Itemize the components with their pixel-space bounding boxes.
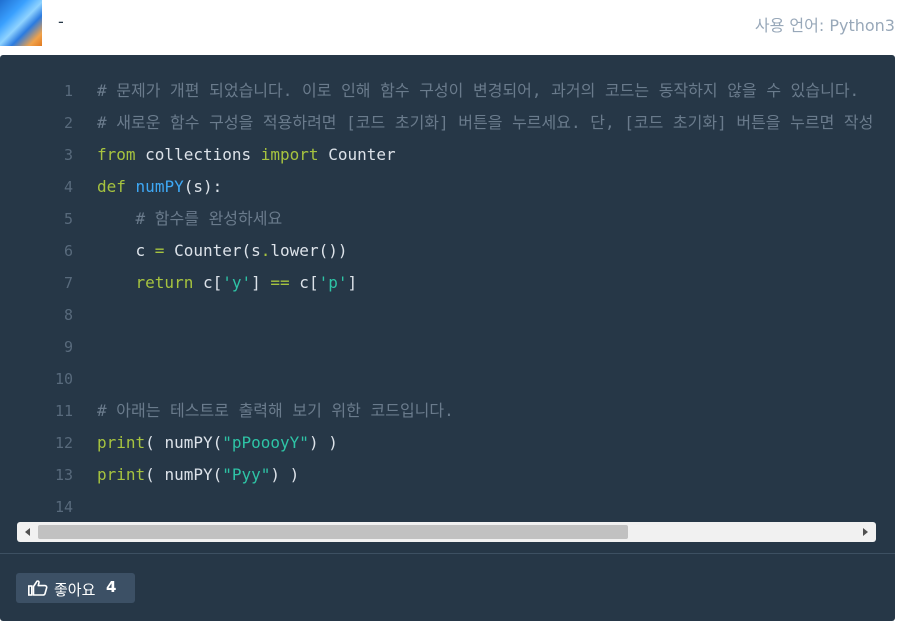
code-token-string: 'y' bbox=[222, 273, 252, 292]
line-source: print( numPY("pPoooyY") ) bbox=[97, 427, 338, 459]
code-token-plain: collections bbox=[135, 145, 261, 164]
code-token-function: numPY bbox=[135, 177, 184, 196]
code-token-op: . bbox=[260, 241, 271, 260]
code-token-keyword: import bbox=[260, 145, 319, 164]
code-token-plain: Counter bbox=[318, 145, 396, 164]
line-source: # 함수를 완성하세요 bbox=[97, 203, 283, 235]
line-number: 2 bbox=[63, 114, 73, 132]
code-line[interactable]: 14 bbox=[0, 491, 880, 517]
code-token-op: == bbox=[270, 273, 290, 292]
code-token-plain: c[ bbox=[193, 273, 223, 292]
line-number: 1 bbox=[63, 82, 73, 100]
user-name: - bbox=[58, 12, 64, 31]
code-token-comment: # 함수를 완성하세요 bbox=[135, 209, 283, 228]
line-number: 12 bbox=[54, 434, 73, 452]
line-source: c = Counter(s.lower()) bbox=[97, 235, 348, 267]
line-number: 3 bbox=[63, 146, 73, 164]
line-number: 4 bbox=[63, 178, 73, 196]
code-line[interactable]: 7 return c['y'] == c['p'] bbox=[0, 267, 880, 299]
code-panel: 1 # 문제가 개편 되었습니다. 이로 인해 함수 구성이 변경되어, 과거의 … bbox=[0, 55, 895, 621]
code-token-plain: ) ) bbox=[270, 465, 300, 484]
code-token-string: 'p' bbox=[318, 273, 348, 292]
code-token-string: "pPoooyY" bbox=[222, 433, 309, 452]
line-source: # 새로운 함수 구성을 적용하려면 [코드 초기화] 버튼을 누르세요. 단,… bbox=[97, 107, 880, 139]
code-line[interactable]: 12 print( numPY("pPoooyY") ) bbox=[0, 427, 880, 459]
code-line[interactable]: 8 bbox=[0, 299, 880, 331]
line-number: 5 bbox=[63, 210, 73, 228]
code-line[interactable]: 9 bbox=[0, 331, 880, 363]
code-token-keyword: print bbox=[97, 433, 146, 452]
line-source: print( numPY("Pyy") ) bbox=[97, 459, 299, 491]
language-label: 사용 언어: Python3 bbox=[754, 16, 895, 35]
code-token-comment: # 문제가 개편 되었습니다. 이로 인해 함수 구성이 변경되어, 과거의 코… bbox=[97, 81, 860, 100]
line-number: 6 bbox=[63, 242, 73, 260]
like-label: 좋아요 bbox=[54, 581, 96, 599]
code-line[interactable]: 13 print( numPY("Pyy") ) bbox=[0, 459, 880, 491]
code-line[interactable]: 4 def numPY(s): bbox=[0, 171, 880, 203]
code-token-plain: (s): bbox=[183, 177, 223, 196]
divider bbox=[0, 553, 895, 554]
code-token-plain: ) ) bbox=[308, 433, 338, 452]
code-token-op: = bbox=[154, 241, 165, 260]
code-token-plain: Counter(s bbox=[164, 241, 261, 260]
code-token-plain: c[ bbox=[289, 273, 319, 292]
line-source: # 아래는 테스트로 출력해 보기 위한 코드입니다. bbox=[97, 395, 454, 427]
code-token-plain: ( numPY( bbox=[145, 433, 223, 452]
code-token-comment: # 아래는 테스트로 출력해 보기 위한 코드입니다. bbox=[97, 401, 454, 420]
code-token-plain: c bbox=[97, 241, 155, 260]
line-number: 14 bbox=[54, 498, 73, 516]
scrollbar-thumb[interactable] bbox=[38, 525, 628, 539]
like-button[interactable]: 좋아요 4 bbox=[16, 573, 135, 603]
code-token-keyword: def bbox=[97, 177, 126, 196]
code-token-comment: # 새로운 함수 구성을 적용하려면 [코드 초기화] 버튼을 누르세요. 단,… bbox=[97, 113, 874, 132]
line-source: from collections import Counter bbox=[97, 139, 396, 171]
code-line[interactable]: 5 # 함수를 완성하세요 bbox=[0, 203, 880, 235]
avatar[interactable] bbox=[0, 0, 42, 46]
code-token-string: "Pyy" bbox=[222, 465, 271, 484]
line-source: def numPY(s): bbox=[97, 171, 222, 203]
code-token-plain: ] bbox=[347, 273, 358, 292]
code-line[interactable]: 6 c = Counter(s.lower()) bbox=[0, 235, 880, 267]
line-number: 11 bbox=[54, 402, 73, 420]
thumbs-up-icon bbox=[28, 580, 48, 596]
code-line[interactable]: 2 # 새로운 함수 구성을 적용하려면 [코드 초기화] 버튼을 누르세요. 단… bbox=[0, 107, 880, 139]
code-line[interactable]: 10 bbox=[0, 363, 880, 395]
code-token-keyword: return bbox=[135, 273, 194, 292]
scroll-left-arrow-icon[interactable] bbox=[25, 528, 30, 536]
code-token-plain: ( numPY( bbox=[145, 465, 223, 484]
code-editor[interactable]: 1 # 문제가 개편 되었습니다. 이로 인해 함수 구성이 변경되어, 과거의 … bbox=[0, 75, 880, 517]
scroll-right-arrow-icon[interactable] bbox=[863, 528, 868, 536]
horizontal-scrollbar[interactable] bbox=[17, 522, 876, 542]
code-token-keyword: from bbox=[97, 145, 136, 164]
code-line[interactable]: 3 from collections import Counter bbox=[0, 139, 880, 171]
code-token-plain: lower()) bbox=[270, 241, 348, 260]
code-token-keyword: print bbox=[97, 465, 146, 484]
line-number: 7 bbox=[63, 274, 73, 292]
top-bar: - 사용 언어: Python3 bbox=[0, 0, 897, 46]
line-number: 13 bbox=[54, 466, 73, 484]
line-source: return c['y'] == c['p'] bbox=[97, 267, 358, 299]
code-line[interactable]: 1 # 문제가 개편 되었습니다. 이로 인해 함수 구성이 변경되어, 과거의 … bbox=[0, 75, 880, 107]
line-number: 8 bbox=[63, 306, 73, 324]
like-count: 4 bbox=[106, 578, 117, 596]
line-source: # 문제가 개편 되었습니다. 이로 인해 함수 구성이 변경되어, 과거의 코… bbox=[97, 75, 859, 107]
line-number: 10 bbox=[54, 370, 73, 388]
line-number: 9 bbox=[63, 338, 73, 356]
code-line[interactable]: 11 # 아래는 테스트로 출력해 보기 위한 코드입니다. bbox=[0, 395, 880, 427]
code-token-plain: ] bbox=[251, 273, 271, 292]
